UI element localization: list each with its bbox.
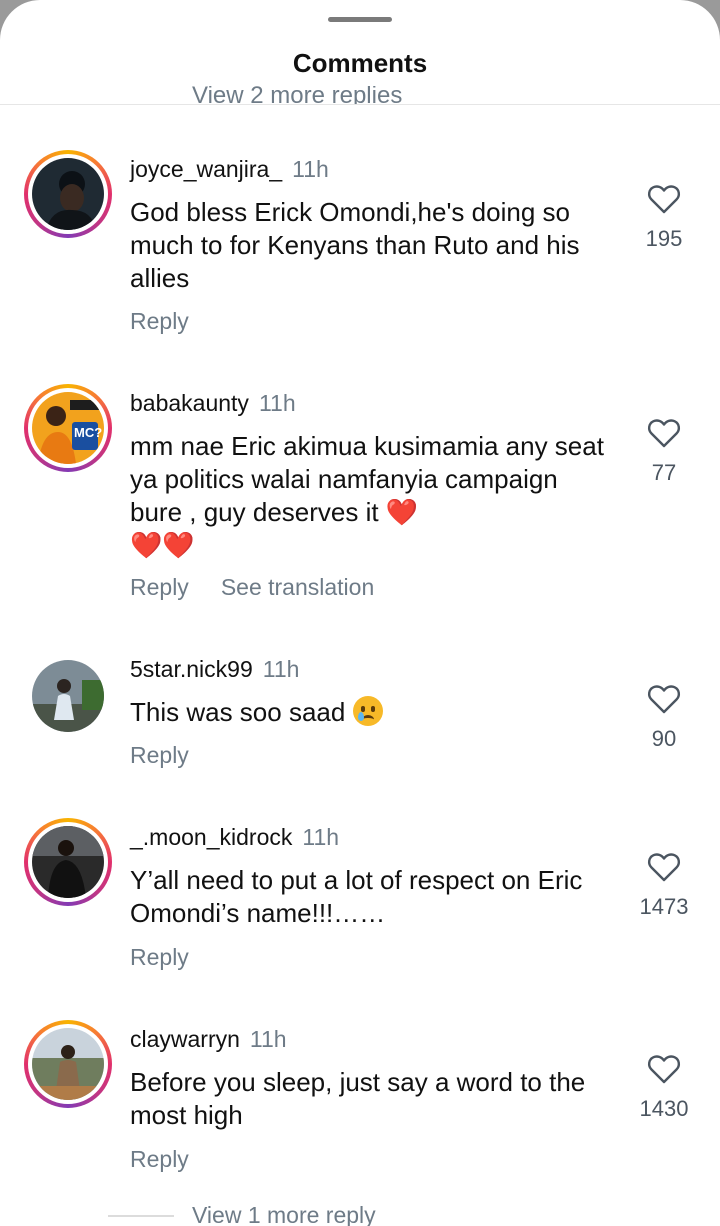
heart-outline-icon[interactable] [647,1054,681,1084]
heart-outline-icon[interactable] [647,852,681,882]
avatar[interactable] [24,1020,112,1108]
avatar[interactable]: MC? [24,384,112,472]
comment-text-body: mm nae Eric akimua kusimamia any seat ya… [130,431,604,527]
red-heart-emoji: ❤️ [385,497,419,527]
thread-line [108,1214,174,1217]
avatar-badge: MC? [74,425,103,440]
comment-time: 11h [292,156,329,182]
comment-username[interactable]: 5star.nick99 [130,656,253,682]
view-more-replies-label: View 1 more reply [192,1202,376,1226]
like-control[interactable]: 90 [624,684,704,752]
header-divider [0,104,720,105]
like-control[interactable]: 195 [624,184,704,252]
view-more-replies-partial-label: View 2 more replies [192,86,403,104]
heart-outline-icon[interactable] [647,418,681,448]
reply-button[interactable]: Reply [130,944,189,970]
like-control[interactable]: 77 [624,418,704,486]
reply-button[interactable]: Reply [130,742,189,768]
avatar-photo [32,1028,104,1100]
comment-username[interactable]: _.moon_kidrock [130,824,292,850]
view-more-replies-button[interactable]: View 1 more reply [108,1202,376,1226]
like-control[interactable]: 1430 [624,1054,704,1122]
heart-outline-icon[interactable] [647,684,681,714]
like-count: 1473 [639,894,689,919]
like-count: 1430 [639,1096,689,1121]
heart-outline-icon[interactable] [647,184,681,214]
comment-username[interactable]: babakaunty [130,390,249,416]
comment-time: 11h [258,390,296,416]
comment-text: This was soo saad [130,696,610,729]
comment-time: 11h [302,824,340,850]
reply-button[interactable]: Reply [130,574,189,600]
avatar-photo: MC? [32,392,104,464]
avatar[interactable] [32,660,104,732]
like-count: 90 [651,726,677,751]
avatar-photo [32,826,104,898]
comment-text: mm nae Eric akimua kusimamia any seat ya… [130,430,610,562]
comment-text: Y’all need to put a lot of respect on Er… [130,865,583,928]
like-count: 195 [645,226,683,251]
reply-button[interactable]: Reply [130,308,189,334]
comment-text-body: This was soo saad [130,697,346,727]
like-control[interactable]: 1473 [624,852,704,920]
avatar[interactable] [24,818,112,906]
comment-username[interactable]: claywarryn [130,1026,240,1052]
red-heart-emoji: ❤️❤️ [130,530,195,560]
comment-text: Before you sleep, just say a word to the… [130,1067,586,1130]
like-count: 77 [651,460,677,485]
page-title: Comments [292,48,428,78]
comment-time: 11h [249,1026,287,1052]
comments-sheet: Comments View 2 more replies joyce_wanji… [0,0,720,1226]
avatar[interactable] [24,150,112,238]
reply-button[interactable]: Reply [130,1146,189,1172]
view-more-replies-partial[interactable]: View 2 more replies [192,86,422,104]
see-translation-button[interactable]: See translation [221,574,374,600]
avatar-photo [32,158,104,230]
crying-face-emoji-icon [352,696,383,726]
comment-time: 11h [262,656,300,682]
comment-text: God bless Erick Omondi,he's doing so muc… [130,197,580,293]
drag-handle[interactable] [328,17,392,22]
comment-username[interactable]: joyce_wanjira_ [130,156,282,182]
